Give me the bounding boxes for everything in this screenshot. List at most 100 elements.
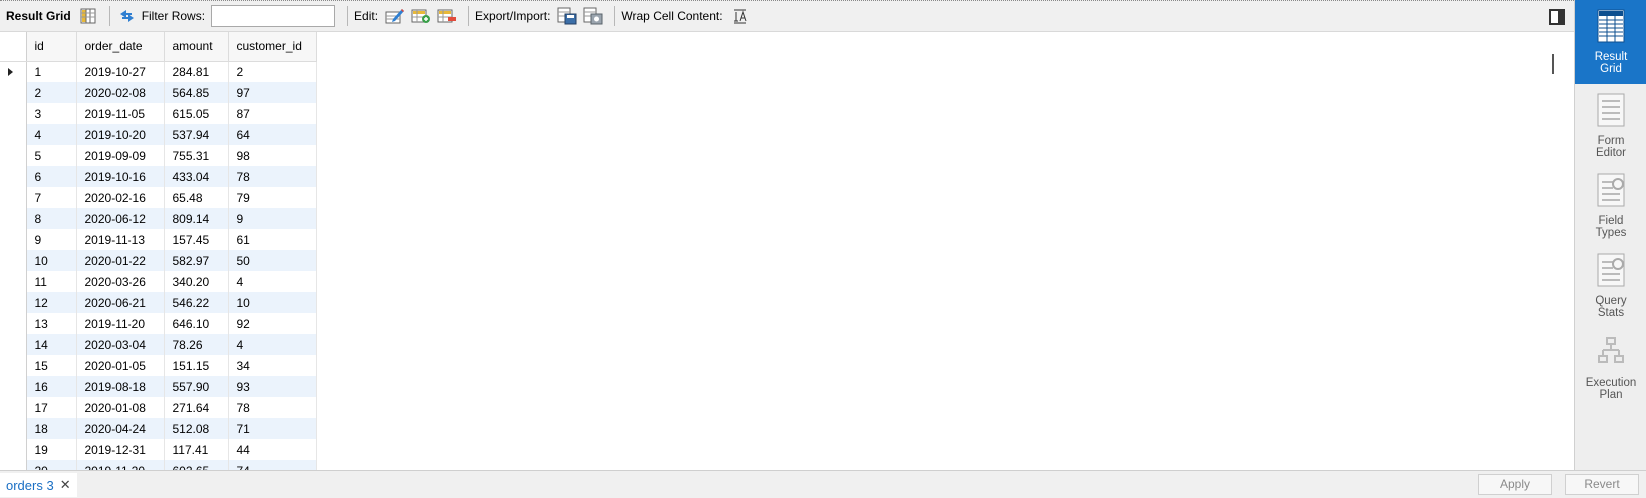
cell-id[interactable]: 14 (26, 334, 77, 355)
add-row-icon[interactable] (410, 5, 432, 27)
cell-id[interactable]: 18 (26, 418, 77, 439)
table-row[interactable]: 16 2019-08-18 557.90 93 (0, 376, 317, 397)
cell-order-date[interactable]: 2020-03-26 (76, 271, 165, 292)
cell-amount[interactable]: 157.45 (164, 229, 229, 250)
column-header-customer-id[interactable]: customer_id (228, 32, 317, 62)
cell-amount[interactable]: 78.26 (164, 334, 229, 355)
cell-order-date[interactable]: 2019-10-27 (76, 61, 165, 82)
cell-order-date[interactable]: 2020-02-16 (76, 187, 165, 208)
row-marker[interactable] (0, 397, 27, 418)
cell-customer-id[interactable]: 97 (228, 82, 317, 103)
export-icon[interactable] (556, 5, 578, 27)
cell-amount[interactable]: 615.05 (164, 103, 229, 124)
cell-id[interactable]: 20 (26, 460, 77, 470)
row-marker[interactable] (0, 145, 27, 166)
row-marker[interactable] (0, 355, 27, 376)
vertical-scrollbar[interactable] (1552, 54, 1554, 74)
cell-customer-id[interactable]: 78 (228, 397, 317, 418)
row-marker[interactable] (0, 334, 27, 355)
cell-id[interactable]: 1 (26, 61, 77, 82)
cell-order-date[interactable]: 2020-06-12 (76, 208, 165, 229)
edit-row-icon[interactable] (384, 5, 406, 27)
cell-amount[interactable]: 537.94 (164, 124, 229, 145)
row-marker[interactable] (0, 439, 27, 460)
cell-customer-id[interactable]: 71 (228, 418, 317, 439)
cell-customer-id[interactable]: 78 (228, 166, 317, 187)
cell-amount[interactable]: 564.85 (164, 82, 229, 103)
table-row[interactable]: 15 2020-01-05 151.15 34 (0, 355, 317, 376)
table-row[interactable]: 7 2020-02-16 65.48 79 (0, 187, 317, 208)
table-row[interactable]: 2 2020-02-08 564.85 97 (0, 82, 317, 103)
grid-columns-icon[interactable] (77, 5, 99, 27)
table-row[interactable]: 1 2019-10-27 284.81 2 (0, 61, 317, 82)
import-icon[interactable] (582, 5, 604, 27)
side-item-form-editor[interactable]: Form Editor (1575, 84, 1646, 168)
cell-customer-id[interactable]: 61 (228, 229, 317, 250)
cell-amount[interactable]: 809.14 (164, 208, 229, 229)
cell-customer-id[interactable]: 50 (228, 250, 317, 271)
cell-customer-id[interactable]: 93 (228, 376, 317, 397)
row-marker[interactable] (0, 61, 27, 82)
cell-customer-id[interactable]: 92 (228, 313, 317, 334)
table-row[interactable]: 11 2020-03-26 340.20 4 (0, 271, 317, 292)
cell-order-date[interactable]: 2020-01-08 (76, 397, 165, 418)
cell-order-date[interactable]: 2020-01-05 (76, 355, 165, 376)
row-marker[interactable] (0, 376, 27, 397)
cell-amount[interactable]: 284.81 (164, 61, 229, 82)
row-marker[interactable] (0, 460, 27, 470)
cell-amount[interactable]: 602.65 (164, 460, 229, 470)
table-row[interactable]: 8 2020-06-12 809.14 9 (0, 208, 317, 229)
cell-id[interactable]: 2 (26, 82, 77, 103)
cell-id[interactable]: 13 (26, 313, 77, 334)
revert-button[interactable]: Revert (1565, 474, 1639, 495)
column-header-order-date[interactable]: order_date (76, 32, 165, 62)
filter-rows-input[interactable] (211, 5, 336, 27)
cell-amount[interactable]: 117.41 (164, 439, 229, 460)
cell-order-date[interactable]: 2019-11-20 (76, 460, 165, 470)
cell-order-date[interactable]: 2019-10-16 (76, 166, 165, 187)
cell-order-date[interactable]: 2020-04-24 (76, 418, 165, 439)
row-marker[interactable] (0, 82, 27, 103)
cell-order-date[interactable]: 2019-11-20 (76, 313, 165, 334)
side-item-result-grid[interactable]: Result Grid (1575, 0, 1646, 84)
table-row[interactable]: 17 2020-01-08 271.64 78 (0, 397, 317, 418)
cell-id[interactable]: 7 (26, 187, 77, 208)
cell-order-date[interactable]: 2019-10-20 (76, 124, 165, 145)
cell-amount[interactable]: 557.90 (164, 376, 229, 397)
cell-order-date[interactable]: 2019-09-09 (76, 145, 165, 166)
cell-customer-id[interactable]: 4 (228, 271, 317, 292)
cell-customer-id[interactable]: 98 (228, 145, 317, 166)
cell-order-date[interactable]: 2020-02-08 (76, 82, 165, 103)
cell-amount[interactable]: 271.64 (164, 397, 229, 418)
column-header-id[interactable]: id (26, 32, 77, 62)
row-marker[interactable] (0, 271, 27, 292)
cell-customer-id[interactable]: 64 (228, 124, 317, 145)
cell-amount[interactable]: 65.48 (164, 187, 229, 208)
side-item-execution-plan[interactable]: Execution Plan (1575, 326, 1646, 410)
row-marker[interactable] (0, 229, 27, 250)
cell-amount[interactable]: 755.31 (164, 145, 229, 166)
cell-id[interactable]: 11 (26, 271, 77, 292)
cell-id[interactable]: 8 (26, 208, 77, 229)
cell-id[interactable]: 15 (26, 355, 77, 376)
cell-id[interactable]: 12 (26, 292, 77, 313)
row-marker[interactable] (0, 124, 27, 145)
row-marker[interactable] (0, 187, 27, 208)
row-marker[interactable] (0, 418, 27, 439)
cell-order-date[interactable]: 2019-11-05 (76, 103, 165, 124)
table-row[interactable]: 5 2019-09-09 755.31 98 (0, 145, 317, 166)
cell-amount[interactable]: 151.15 (164, 355, 229, 376)
cell-id[interactable]: 10 (26, 250, 77, 271)
cell-customer-id[interactable]: 74 (228, 460, 317, 470)
cell-id[interactable]: 4 (26, 124, 77, 145)
refresh-icon[interactable] (116, 5, 138, 27)
close-icon[interactable]: ✕ (60, 477, 71, 493)
cell-customer-id[interactable]: 79 (228, 187, 317, 208)
cell-customer-id[interactable]: 87 (228, 103, 317, 124)
cell-order-date[interactable]: 2019-08-18 (76, 376, 165, 397)
table-row[interactable]: 4 2019-10-20 537.94 64 (0, 124, 317, 145)
toggle-panel-icon[interactable] (1549, 9, 1565, 25)
cell-customer-id[interactable]: 44 (228, 439, 317, 460)
cell-id[interactable]: 5 (26, 145, 77, 166)
cell-customer-id[interactable]: 10 (228, 292, 317, 313)
